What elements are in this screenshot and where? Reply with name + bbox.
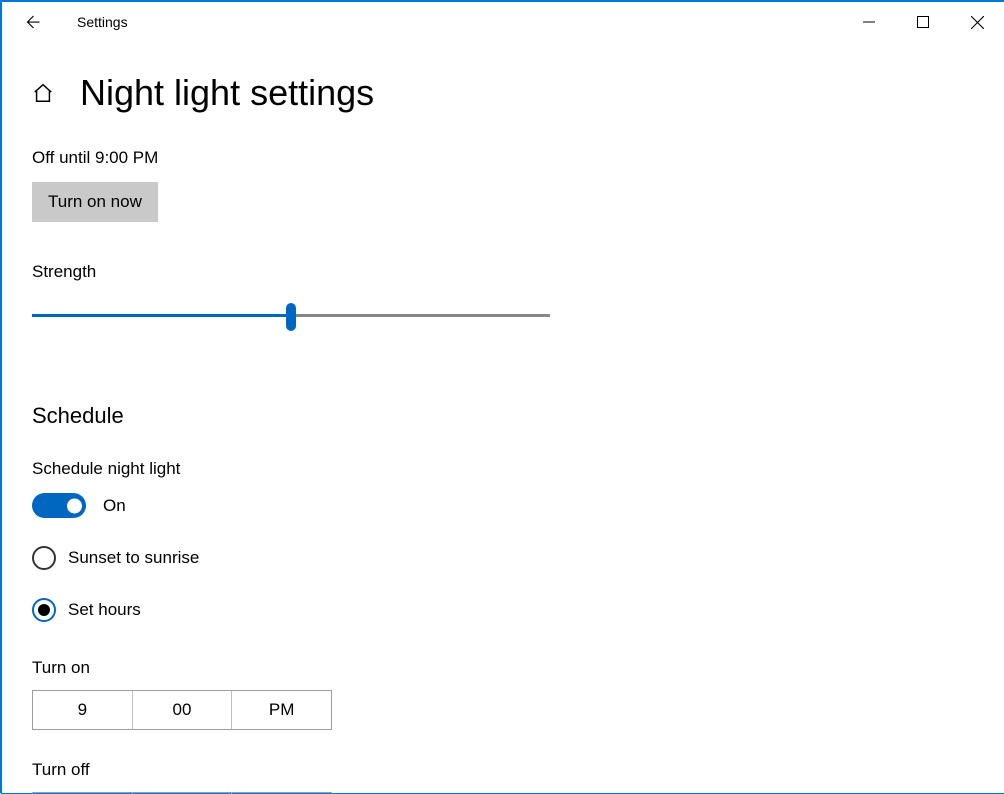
schedule-heading: Schedule [32, 403, 974, 429]
page-title: Night light settings [80, 72, 374, 114]
radio-set-hours[interactable] [32, 598, 56, 622]
minimize-icon[interactable] [842, 2, 896, 42]
status-text: Off until 9:00 PM [32, 148, 974, 168]
title-bar: Settings [2, 2, 1004, 42]
window-controls [842, 2, 1004, 42]
strength-slider[interactable] [32, 304, 550, 328]
turn-off-period[interactable]: AM [232, 793, 331, 794]
turn-off-minute[interactable]: 00 [133, 793, 233, 794]
radio-set-hours-label: Set hours [68, 600, 141, 620]
close-icon[interactable] [950, 2, 1004, 42]
home-icon[interactable] [32, 82, 54, 104]
turn-off-time[interactable]: 7 00 AM [32, 792, 332, 794]
turn-on-time[interactable]: 9 00 PM [32, 690, 332, 730]
radio-sunset-label: Sunset to sunrise [68, 548, 199, 568]
page-heading: Night light settings [32, 72, 974, 114]
strength-label: Strength [32, 262, 974, 282]
turn-on-now-button[interactable]: Turn on now [32, 182, 158, 222]
turn-on-minute[interactable]: 00 [133, 691, 233, 729]
schedule-toggle-label: Schedule night light [32, 459, 974, 479]
back-icon[interactable] [22, 12, 42, 32]
turn-on-label: Turn on [32, 658, 974, 678]
toggle-state: On [103, 496, 126, 516]
turn-on-period[interactable]: PM [232, 691, 331, 729]
schedule-toggle[interactable] [32, 493, 86, 518]
maximize-icon[interactable] [896, 2, 950, 42]
turn-off-label: Turn off [32, 760, 974, 780]
turn-on-hour[interactable]: 9 [33, 691, 133, 729]
app-title: Settings [77, 14, 128, 30]
content: Night light settings Off until 9:00 PM T… [2, 72, 1004, 794]
radio-sunset[interactable] [32, 546, 56, 570]
turn-off-hour[interactable]: 7 [33, 793, 133, 794]
